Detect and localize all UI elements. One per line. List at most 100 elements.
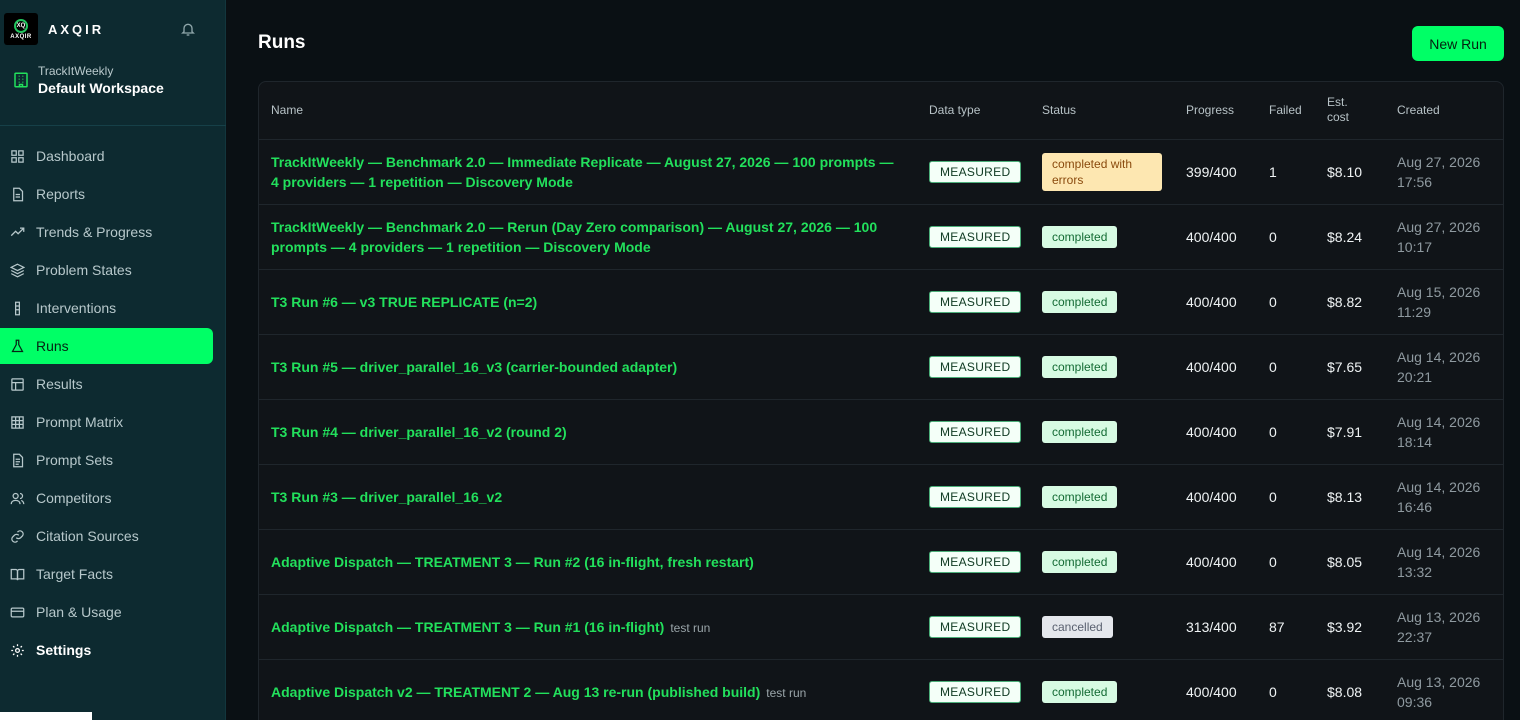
sidebar-item-label: Problem States [36, 262, 132, 278]
created-date: Aug 27, 2026 [1397, 218, 1481, 235]
table-row[interactable]: T3 Run #5 — driver_parallel_16_v3 (carri… [259, 334, 1503, 400]
table-row[interactable]: T3 Run #4 — driver_parallel_16_v2 (round… [259, 399, 1503, 465]
runs-table-card: Name Data type Status Progress Failed Es… [258, 81, 1504, 720]
sidebar-item-label: Target Facts [36, 566, 114, 582]
created-time: 09:36 [1397, 693, 1433, 710]
table-row[interactable]: T3 Run #6 — v3 TRUE REPLICATE (n=2) MEAS… [259, 269, 1503, 335]
run-name-link[interactable]: T3 Run #3 — driver_parallel_16_v2 [271, 489, 502, 505]
table-row[interactable]: Adaptive Dispatch — TREATMENT 3 — Run #1… [259, 594, 1503, 660]
column-header-est-cost[interactable]: Est. cost [1315, 82, 1385, 140]
created-date: Aug 14, 2026 [1397, 348, 1481, 365]
run-name-link[interactable]: Adaptive Dispatch — TREATMENT 3 — Run #2… [271, 554, 754, 570]
new-run-button[interactable]: New Run [1412, 26, 1504, 61]
sidebar-item-settings[interactable]: Settings [0, 632, 213, 668]
book-icon [10, 568, 25, 580]
cost-cell: $8.24 [1315, 204, 1385, 270]
progress-cell: 313/400 [1174, 594, 1257, 660]
column-header-data-type[interactable]: Data type [917, 82, 1030, 140]
table-row[interactable]: Adaptive Dispatch v2 — TREATMENT 2 — Aug… [259, 659, 1503, 720]
workspace-org: TrackItWeekly [38, 64, 114, 78]
data-type-badge: MEASURED [929, 420, 1022, 443]
status-badge: completed [1042, 290, 1118, 313]
workspace-switcher[interactable]: TrackItWeekly Default Workspace [12, 64, 164, 96]
sidebar-item-interventions[interactable]: Interventions [0, 290, 213, 326]
run-name-link[interactable]: TrackItWeekly — Benchmark 2.0 — Rerun (D… [271, 219, 877, 255]
sidebar-item-results[interactable]: Results [0, 366, 213, 402]
brand[interactable]: XQ AXQIR AXQIR [4, 13, 104, 45]
layers-icon [10, 263, 25, 277]
sidebar-divider [0, 125, 226, 126]
sidebar-item-target-facts[interactable]: Target Facts [0, 556, 213, 592]
brand-name: AXQIR [48, 21, 105, 37]
column-header-progress[interactable]: Progress [1174, 82, 1257, 140]
created-date: Aug 14, 2026 [1397, 543, 1481, 560]
cost-cell: $8.13 [1315, 464, 1385, 530]
sidebar-item-prompt-matrix[interactable]: Prompt Matrix [0, 404, 213, 440]
sidebar-item-citation-sources[interactable]: Citation Sources [0, 518, 213, 554]
status-badge: completed [1042, 485, 1118, 508]
sidebar-item-plan-usage[interactable]: Plan & Usage [0, 594, 213, 630]
column-header-failed[interactable]: Failed [1257, 82, 1315, 140]
sidebar-item-reports[interactable]: Reports [0, 176, 213, 212]
table-row[interactable]: T3 Run #3 — driver_parallel_16_v2 MEASUR… [259, 464, 1503, 530]
sidebar-item-trends[interactable]: Trends & Progress [0, 214, 213, 250]
progress-cell: 400/400 [1174, 204, 1257, 270]
run-name-link[interactable]: T3 Run #4 — driver_parallel_16_v2 (round… [271, 424, 567, 440]
failed-cell: 0 [1257, 659, 1315, 720]
run-name-link[interactable]: T3 Run #5 — driver_parallel_16_v3 (carri… [271, 359, 677, 375]
created-time: 17:56 [1397, 173, 1433, 190]
progress-cell: 400/400 [1174, 269, 1257, 335]
workspace-name: Default Workspace [38, 80, 164, 96]
failed-cell: 0 [1257, 334, 1315, 400]
created-time: 18:14 [1397, 433, 1433, 450]
runs-table: Name Data type Status Progress Failed Es… [259, 82, 1503, 720]
created-date: Aug 15, 2026 [1397, 283, 1481, 300]
gear-icon [11, 643, 24, 657]
run-name-link[interactable]: T3 Run #6 — v3 TRUE REPLICATE (n=2) [271, 294, 537, 310]
cost-cell: $8.05 [1315, 529, 1385, 595]
dashboard-icon [11, 149, 24, 163]
progress-cell: 400/400 [1174, 464, 1257, 530]
sidebar-item-competitors[interactable]: Competitors [0, 480, 213, 516]
table-row[interactable]: TrackItWeekly — Benchmark 2.0 — Rerun (D… [259, 204, 1503, 270]
status-badge: cancelled [1042, 615, 1113, 638]
sidebar-item-label: Plan & Usage [36, 604, 122, 620]
created-cell: Aug 14, 2026 20:21 [1385, 334, 1503, 400]
sidebar-item-problem-states[interactable]: Problem States [0, 252, 213, 288]
created-time: 22:37 [1397, 628, 1433, 645]
status-badge: completed [1042, 680, 1118, 703]
column-header-status[interactable]: Status [1030, 82, 1174, 140]
bell-icon[interactable] [180, 20, 196, 38]
created-cell: Aug 13, 2026 22:37 [1385, 594, 1503, 660]
column-header-name[interactable]: Name [259, 82, 917, 140]
sidebar-item-label: Competitors [36, 490, 112, 506]
cost-cell: $8.10 [1315, 139, 1385, 205]
sidebar-item-prompt-sets[interactable]: Prompt Sets [0, 442, 213, 478]
failed-cell: 0 [1257, 204, 1315, 270]
grid-icon [11, 415, 24, 429]
sidebar-item-label: Citation Sources [36, 528, 139, 544]
run-name-link[interactable]: Adaptive Dispatch v2 — TREATMENT 2 — Aug… [271, 684, 760, 700]
test-run-tag: test run [766, 685, 807, 700]
status-badge: completed [1042, 550, 1118, 573]
cost-cell: $3.92 [1315, 594, 1385, 660]
table-row[interactable]: Adaptive Dispatch — TREATMENT 3 — Run #2… [259, 529, 1503, 595]
data-type-badge: MEASURED [929, 225, 1022, 248]
link-icon [11, 529, 24, 543]
flask-icon [11, 339, 24, 352]
failed-cell: 0 [1257, 464, 1315, 530]
created-date: Aug 14, 2026 [1397, 413, 1481, 430]
progress-cell: 400/400 [1174, 399, 1257, 465]
sidebar-item-dashboard[interactable]: Dashboard [0, 138, 213, 174]
sidebar-item-runs[interactable]: Runs [0, 328, 213, 364]
run-name-link[interactable]: TrackItWeekly — Benchmark 2.0 — Immediat… [271, 154, 893, 190]
column-header-created[interactable]: Created [1385, 82, 1503, 140]
data-type-badge: MEASURED [929, 290, 1022, 313]
created-time: 13:32 [1397, 563, 1433, 580]
trends-icon [10, 227, 25, 236]
failed-cell: 0 [1257, 399, 1315, 465]
created-cell: Aug 14, 2026 18:14 [1385, 399, 1503, 465]
run-name-link[interactable]: Adaptive Dispatch — TREATMENT 3 — Run #1… [271, 619, 664, 635]
table-row[interactable]: TrackItWeekly — Benchmark 2.0 — Immediat… [259, 139, 1503, 205]
table-body: TrackItWeekly — Benchmark 2.0 — Immediat… [259, 139, 1503, 720]
